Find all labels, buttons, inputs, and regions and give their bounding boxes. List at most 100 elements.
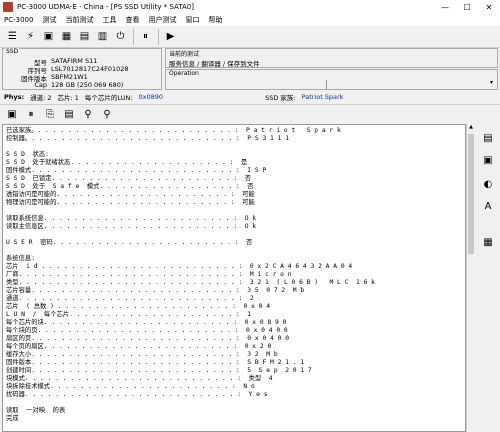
log-line: 固件版本. . . . . . . . . . . . . . . . . . …	[6, 359, 305, 366]
ssd-label: 固件版本	[21, 75, 47, 83]
chip-icon[interactable]: ▣	[40, 28, 57, 46]
log-line: S S D 处于 S a f e 模式. . . . . . . . . . .…	[6, 183, 254, 190]
plug-icon[interactable]: ⚡	[22, 28, 39, 46]
operation-caption: Operation	[169, 70, 199, 77]
toolbar-divider	[133, 28, 134, 45]
log-line: 芯片容量. . . . . . . . . . . . . . . . . . …	[6, 287, 305, 294]
toolbar-divider	[158, 28, 159, 45]
log-line: 创建时间. . . . . . . . . . . . . . . . . . …	[6, 367, 312, 374]
log-line: 扇区的页. . . . . . . . . . . . . . . . . . …	[6, 335, 289, 342]
paste-icon[interactable]: ▤	[61, 107, 77, 123]
ssd-value: SBFM21W1	[51, 73, 88, 81]
document-icon[interactable]: ▤	[480, 130, 496, 146]
log-line: S S D 已锁定. . . . . . . . . . . . . . . .…	[6, 175, 252, 182]
chip-icon-2[interactable]: ▦	[58, 28, 75, 46]
image-icon[interactable]: ▥	[94, 28, 111, 46]
log-line: 通道. . . . . . . . . . . . . . . . . . . …	[6, 295, 254, 302]
log-line: 控制器。. . . . . . . . . . . . . . . . . . …	[6, 135, 289, 142]
list-icon[interactable]: ☰	[4, 28, 21, 46]
menu-item-current-test[interactable]: 当前测试	[65, 15, 93, 25]
log-toolbar: ▣ ⏸ ⎘ ▤ ⚲ ⚲	[0, 104, 500, 124]
menu-bar: PC-3000 测试 当前测试 工具 查看 用户测试 窗口 帮助	[0, 14, 500, 26]
memory-icon[interactable]: ▤	[76, 28, 93, 46]
window-title: PC-3000 UDMA-E - China - [PS SSD Utility…	[17, 3, 194, 11]
ssd-row-serial: 序列号 LSL7012817C24F01028	[3, 65, 163, 75]
menu-item-window[interactable]: 窗口	[185, 15, 199, 25]
menu-item-user-test[interactable]: 用户测试	[148, 15, 176, 25]
log-line: 每个页的扇区. . . . . . . . . . . . . . . . . …	[6, 343, 272, 350]
log-scrollbar[interactable]: ▲	[466, 124, 474, 432]
dropdown-arrow-icon[interactable]: ▾	[490, 79, 493, 86]
phys-chips: 芯片: 1	[57, 94, 79, 102]
power-icon[interactable]: ⏻	[112, 28, 129, 46]
log-line: 物理访问是可能的. . . . . . . . . . . . . . . . …	[6, 199, 255, 206]
menu-item-tools[interactable]: 工具	[102, 15, 116, 25]
log-line: 芯片 i d . . . . . . . . . . . . . . . . .…	[6, 263, 353, 270]
ssd-value: LSL7012817C24F01028	[51, 65, 129, 73]
phys-channel: 通道: 2	[30, 94, 52, 102]
ssd-family-label: SSD 家族:	[265, 94, 296, 102]
ssd-value: 128 GB (250 069 680)	[51, 81, 124, 89]
log-line: 厂商. . . . . . . . . . . . . . . . . . . …	[6, 271, 292, 278]
log-line: 完成	[6, 415, 19, 422]
pause-icon[interactable]: ⏸	[23, 107, 39, 123]
font-icon[interactable]: A	[480, 198, 496, 214]
ssd-value: SATAFIRM S11	[51, 57, 98, 65]
log-line: 每个芯片的块. . . . . . . . . . . . . . . . . …	[6, 319, 287, 326]
log-line: 透错访问是可能的. . . . . . . . . . . . . . . . …	[6, 191, 255, 198]
menu-item-view[interactable]: 查看	[125, 15, 139, 25]
find-icon[interactable]: ⚲	[80, 107, 96, 123]
log-line: 类型. . . . . . . . . . . . . . . . . . . …	[6, 279, 375, 286]
log-line: 系统信息:	[6, 255, 35, 262]
log-line: 读取系统信息. . . . . . . . . . . . . . . . . …	[6, 215, 257, 222]
ssd-label: Cap	[34, 81, 47, 89]
pause-icon[interactable]: ⏸	[137, 28, 154, 46]
log-line: 块拆除技术模式. . . . . . . . . . . . . . . . .…	[6, 383, 255, 390]
menu-item-test[interactable]: 测试	[42, 15, 56, 25]
close-button[interactable]: ✕	[478, 0, 500, 14]
current-test-panel: 当前的测试 服务信息 / 翻译器 / 保存到文件	[165, 48, 498, 68]
log-line: S S D 处于就绪状态. . . . . . . . . . . . . . …	[6, 159, 248, 166]
ssd-row-model: 型号 SATAFIRM S11	[3, 57, 163, 67]
minimize-button[interactable]: —	[434, 0, 456, 14]
log-line: 每个块的页. . . . . . . . . . . . . . . . . .…	[6, 327, 288, 334]
copy-icon[interactable]: ⎘	[42, 107, 58, 123]
app-icon	[3, 2, 13, 12]
ssd-info-panel: SSD 型号 SATAFIRM S11 序列号 LSL7012817C24F01…	[2, 48, 162, 90]
find-next-icon[interactable]: ⚲	[99, 107, 115, 123]
scroll-up-icon[interactable]: ▲	[467, 124, 475, 133]
scroll-thumb[interactable]	[468, 134, 474, 254]
phys-lun-value: 0x0890	[138, 93, 164, 101]
play-icon[interactable]: ▶	[162, 28, 179, 46]
phys-lun-label: 每个芯片的LUN:	[84, 94, 133, 102]
window-controls: — ☐ ✕	[434, 0, 500, 14]
operation-panel: Operation ▾	[165, 69, 498, 90]
ssd-row-capacity: Cap 128 GB (250 069 680)	[3, 81, 163, 89]
current-test-caption: 当前的测试	[169, 51, 200, 58]
color-icon[interactable]: ◐	[480, 176, 496, 192]
ssd-row-firmware: 固件版本 SBFM21W1	[3, 73, 163, 83]
save-icon[interactable]: ▣	[4, 107, 20, 123]
ssd-caption: SSD	[5, 48, 20, 55]
log-line: 固件模式. . . . . . . . . . . . . . . . . . …	[6, 167, 267, 174]
operation-divider	[326, 80, 327, 90]
log-line: 芯片 ( 总数 ) . . . . . . . . . . . . . . . …	[6, 303, 271, 310]
log-line: 缓存大小. . . . . . . . . . . . . . . . . . …	[6, 351, 278, 358]
log-line: S S D 状态:	[6, 151, 49, 158]
log-line: U S E R 密码. . . . . . . . . . . . . . . …	[6, 239, 253, 246]
grid-icon[interactable]: ▦	[480, 234, 496, 250]
main-toolbar: ☰ ⚡ ▣ ▦ ▤ ▥ ⏻ ⏸ ▶	[0, 26, 500, 48]
save-icon[interactable]: ▣	[480, 152, 496, 168]
log-line: 块模式. . . . . . . . . . . . . . . . . . .…	[6, 375, 273, 382]
maximize-button[interactable]: ☐	[456, 0, 478, 14]
log-line: L U N / 每个芯片. . . . . . . . . . . . . . …	[6, 311, 252, 318]
menu-item-help[interactable]: 帮助	[208, 15, 222, 25]
phys-status-bar: Phys: 通道: 2 芯片: 1 每个芯片的LUN: 0x0890 SSD 家…	[0, 91, 500, 103]
log-output[interactable]: 已选家族。. . . . . . . . . . . . . . . . . .…	[2, 124, 466, 432]
right-toolbar: ▤ ▣ ◐ A ▦	[476, 124, 500, 432]
log-line: 扰码器. . . . . . . . . . . . . . . . . . .…	[6, 391, 268, 398]
ssd-label: 型号	[34, 59, 47, 67]
log-line: 读取主信息区. . . . . . . . . . . . . . . . . …	[6, 223, 257, 230]
title-bar: PC-3000 UDMA-E - China - [PS SSD Utility…	[0, 0, 500, 14]
menu-item-pc3000[interactable]: PC-3000	[4, 16, 33, 24]
